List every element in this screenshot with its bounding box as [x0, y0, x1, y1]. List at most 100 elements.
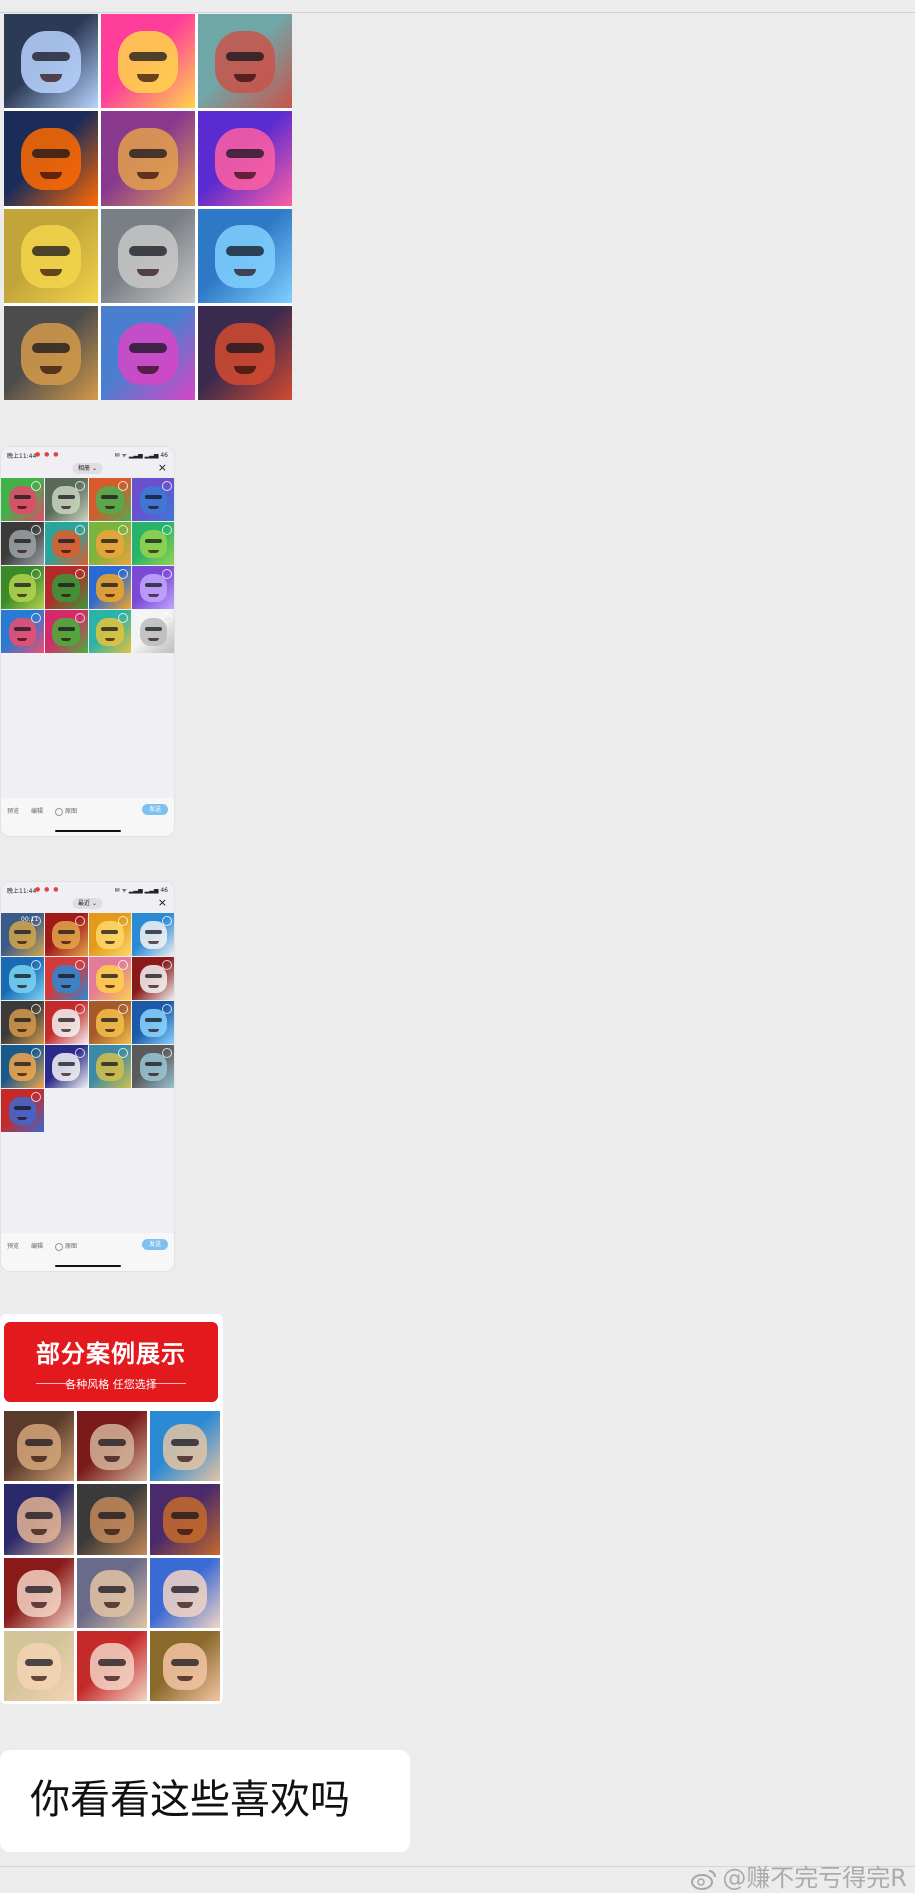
character-eyes [145, 974, 163, 979]
character-eyes [171, 1658, 199, 1666]
character-face [139, 1008, 168, 1038]
character-face [139, 617, 168, 647]
character-face [117, 30, 179, 94]
photo-thumbnail [1, 478, 44, 521]
send-label: 发送 [142, 1239, 168, 1250]
character-face [20, 225, 82, 288]
character-mouth [60, 593, 72, 597]
photo-thumbnail [88, 478, 132, 521]
radio-icon [55, 1242, 63, 1251]
photo-thumbnail [44, 913, 88, 956]
character-eyes [32, 343, 70, 353]
character-mouth [148, 593, 159, 597]
photo-thumbnail [1, 1001, 44, 1044]
character-mouth [148, 940, 159, 944]
character-face [139, 1052, 168, 1082]
character-face [20, 128, 82, 191]
character-mouth [60, 637, 72, 641]
character-eyes [226, 343, 264, 353]
character-face [8, 1096, 37, 1126]
portrait-tile [77, 1484, 147, 1555]
character-eyes [145, 539, 163, 544]
character-face [117, 322, 179, 385]
album-selector: 相册 ⌄ [72, 463, 103, 474]
character-face [52, 617, 80, 647]
character-mouth [60, 549, 72, 553]
character-eyes [13, 627, 31, 632]
character-eyes [101, 583, 119, 588]
character-face [162, 1496, 208, 1544]
character-eyes [57, 1018, 75, 1023]
avatar-tile [4, 305, 98, 400]
photo-thumbnail [88, 1001, 132, 1044]
image-message-phone-screenshot[interactable]: 晚上11:44 ● ● ● ✉ ᯤ ▂▃▅ ▂▃▅ 46 相册 ⌄ × 预览 编… [0, 446, 175, 837]
avatar-tile [198, 14, 292, 109]
character-face [139, 920, 168, 950]
character-face [162, 1570, 208, 1617]
character-eyes [145, 1062, 163, 1067]
weibo-icon [691, 1870, 717, 1890]
watermark-text: @赚不完亏得完R [722, 1864, 907, 1892]
banner-divider-right [152, 1383, 186, 1384]
photo-grid [1, 478, 174, 653]
character-face [52, 1052, 80, 1082]
character-eyes [226, 246, 264, 256]
character-eyes [145, 930, 163, 935]
character-face [89, 1570, 135, 1617]
character-eyes [25, 1439, 53, 1447]
character-face [214, 30, 276, 94]
character-mouth [104, 1072, 115, 1076]
image-message-case-showcase[interactable]: 部分案例展示 各种风格 任您选择 [0, 1314, 223, 1704]
photo-thumbnail [88, 566, 132, 609]
photo-thumbnail [1, 610, 44, 653]
character-eyes [25, 1658, 53, 1666]
character-eyes [171, 1512, 199, 1520]
character-eyes [98, 1512, 126, 1520]
character-eyes [13, 1106, 31, 1111]
portrait-grid [4, 1411, 220, 1701]
portrait-tile [150, 1557, 220, 1628]
character-eyes [57, 583, 75, 588]
portrait-tile [77, 1557, 147, 1628]
portrait-tile [77, 1411, 147, 1482]
character-face [117, 128, 179, 191]
character-face [89, 1496, 135, 1544]
image-message-phone-screenshot-2[interactable]: 晚上11:44 ● ● ● ✉ ᯤ ▂▃▅ ▂▃▅ 46 最近 ⌄ × 00:1… [0, 881, 175, 1272]
character-eyes [32, 246, 70, 256]
edit-label: 编辑 [31, 1243, 44, 1250]
system-status: ✉ ᯤ ▂▃▅ ▂▃▅ 46 [114, 887, 168, 894]
character-face [214, 225, 276, 288]
status-bar: 晚上11:44 ● ● ● ✉ ᯤ ▂▃▅ ▂▃▅ 46 [1, 447, 174, 463]
avatar-tile [198, 111, 292, 206]
character-mouth [104, 593, 115, 597]
character-eyes [57, 930, 75, 935]
avatar-tile [101, 111, 195, 206]
image-message-avatar-grid[interactable] [4, 14, 292, 400]
character-mouth [104, 505, 115, 509]
character-face [89, 1643, 135, 1690]
text-message-bubble[interactable]: 你看看这些喜欢吗 [0, 1750, 410, 1852]
character-eyes [226, 148, 264, 159]
photo-thumbnail [44, 1001, 88, 1044]
character-face [8, 529, 37, 559]
status-bar: 晚上11:44 ● ● ● ✉ ᯤ ▂▃▅ ▂▃▅ 46 [1, 882, 174, 898]
original-label: 原图 [65, 1243, 78, 1250]
character-eyes [145, 583, 163, 588]
preview-label: 预览 [7, 808, 20, 815]
banner-title: 部分案例展示 [36, 1340, 186, 1368]
system-status: ✉ ᯤ ▂▃▅ ▂▃▅ 46 [114, 452, 168, 459]
photo-thumbnail [44, 957, 88, 1000]
close-icon: × [157, 896, 167, 909]
character-eyes [145, 495, 163, 500]
avatar-tile [101, 208, 195, 303]
character-mouth [60, 1072, 72, 1076]
avatar-tile [4, 14, 98, 109]
character-face [52, 1008, 80, 1038]
character-face [8, 485, 37, 515]
character-face [89, 1423, 135, 1470]
character-eyes [57, 627, 75, 632]
character-face [96, 573, 124, 603]
character-mouth [60, 984, 72, 988]
character-eyes [25, 1585, 53, 1593]
photo-thumbnail [44, 478, 88, 521]
